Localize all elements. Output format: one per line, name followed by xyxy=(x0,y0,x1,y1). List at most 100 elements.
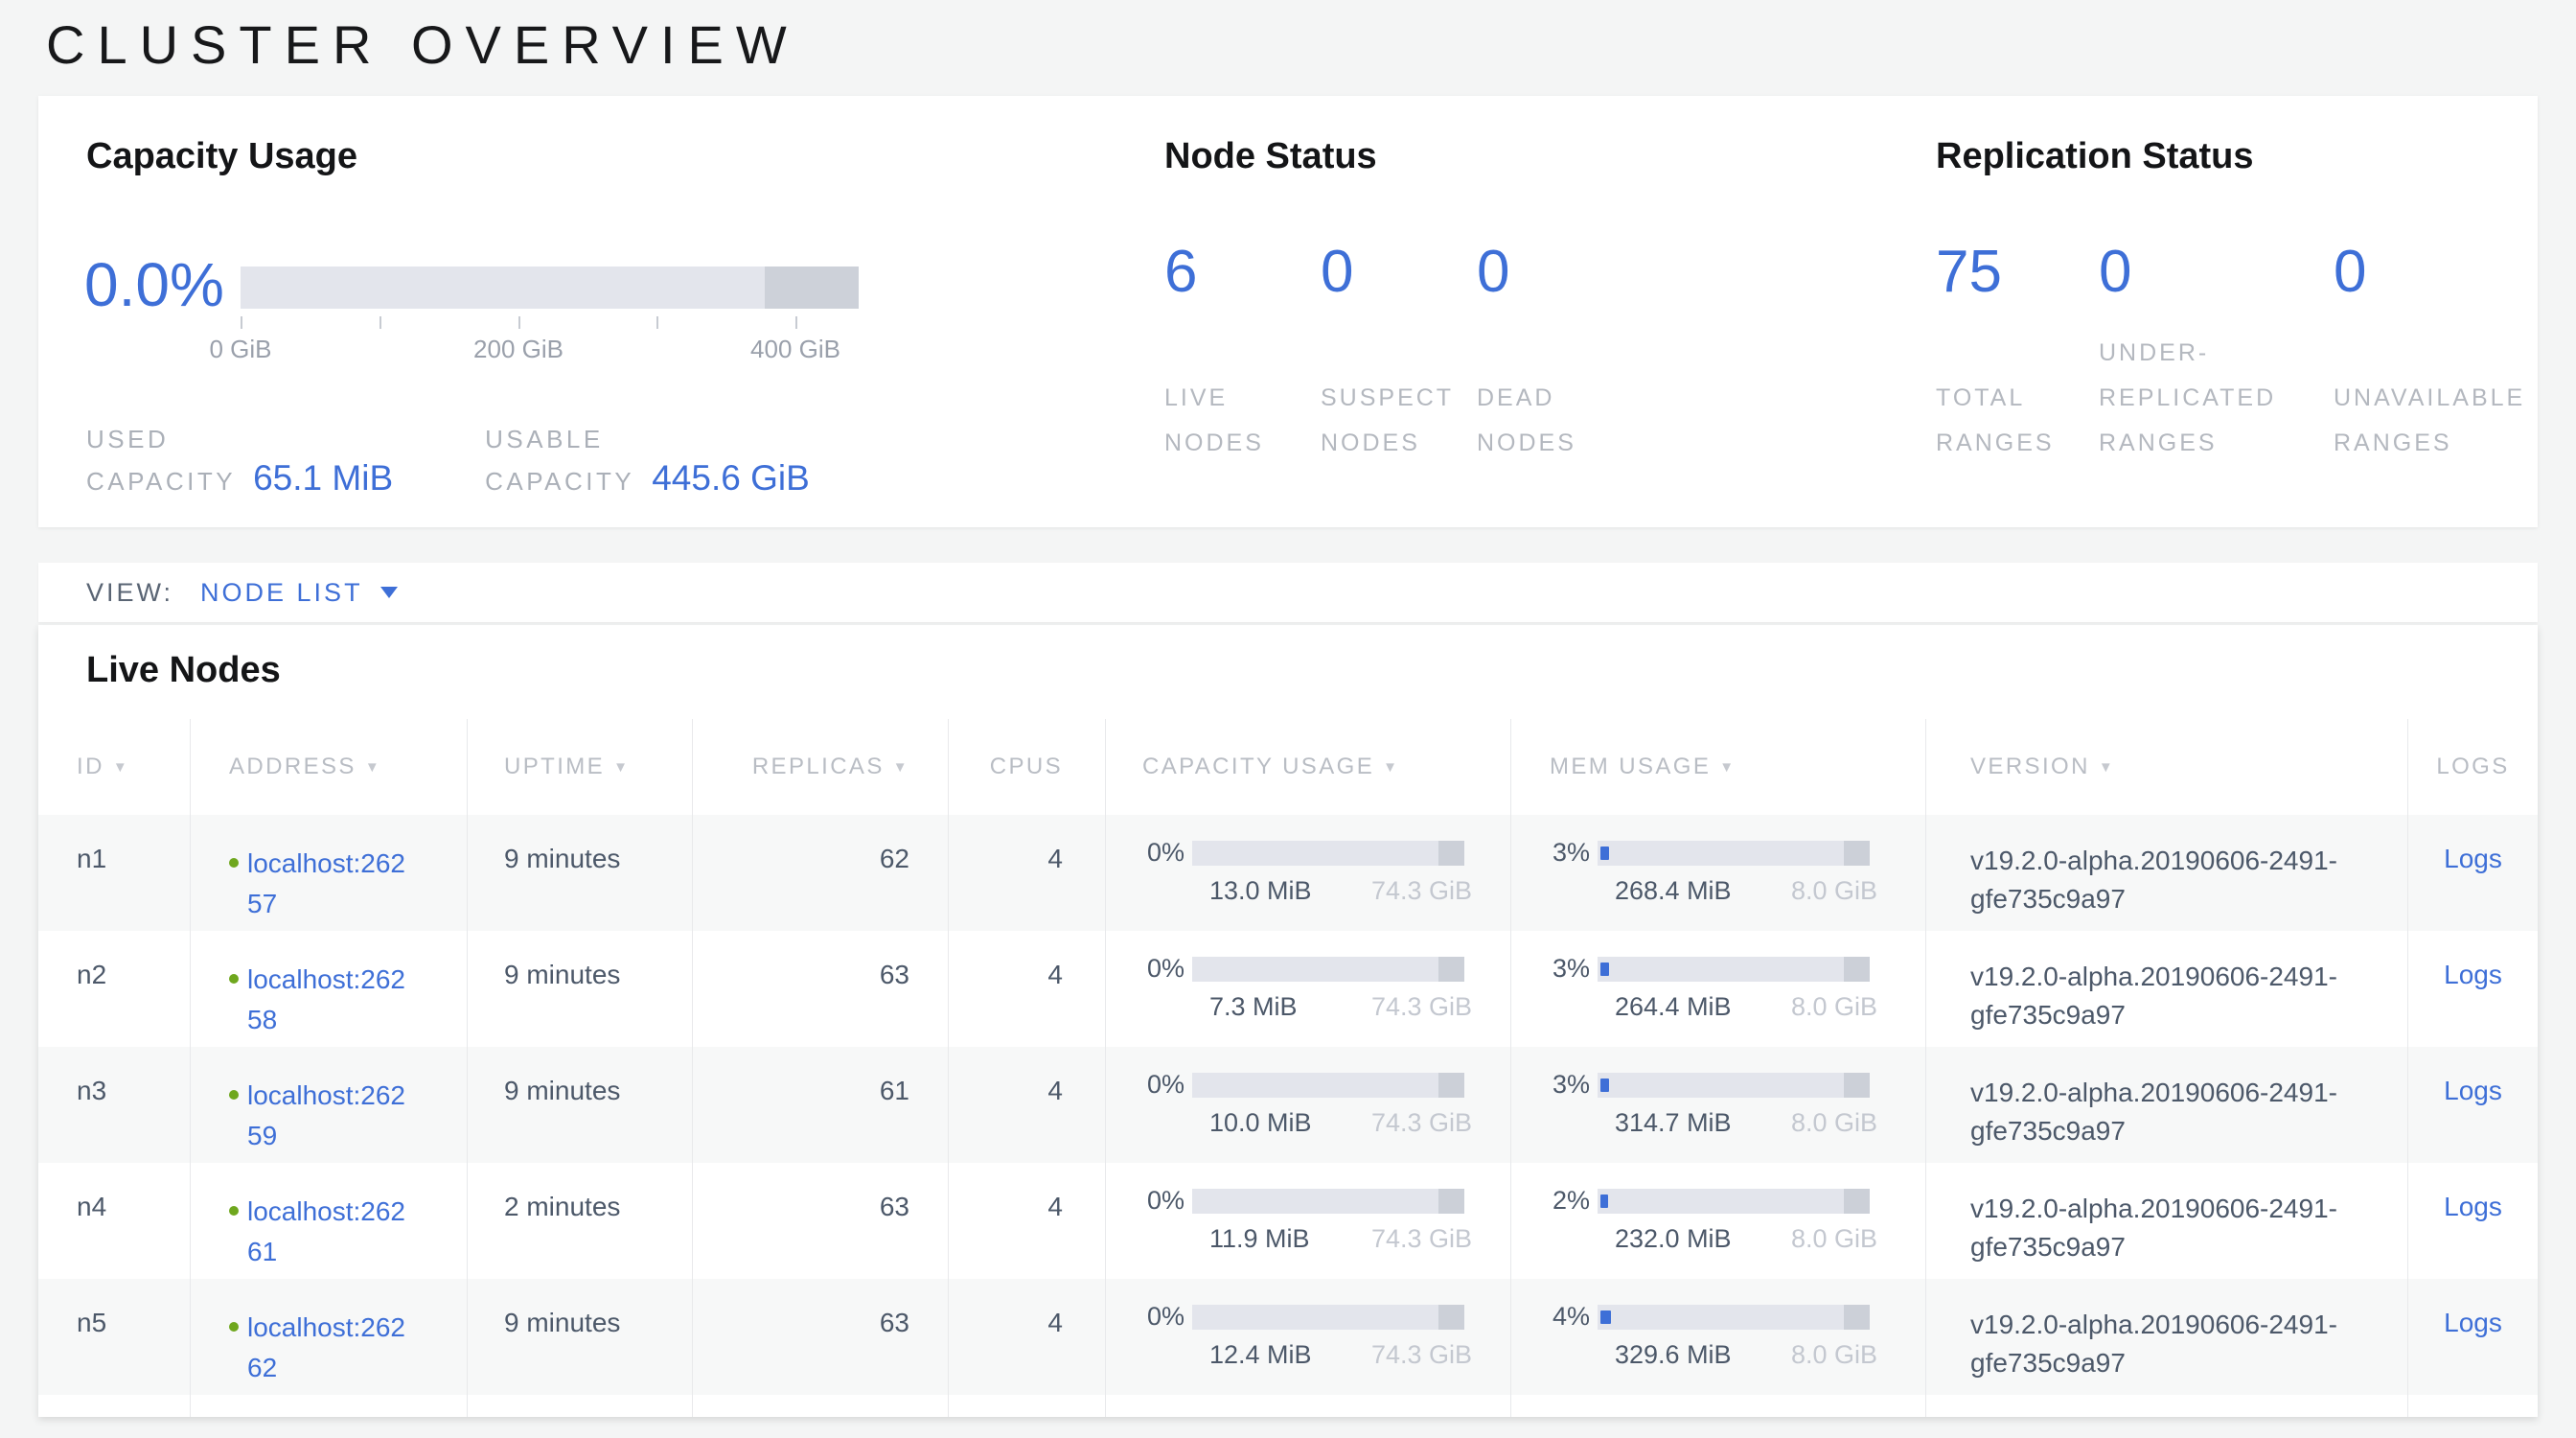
header-capacity-usage[interactable]: CAPACITY USAGE▼ xyxy=(1106,719,1511,815)
mem-used-chip xyxy=(1600,847,1609,860)
capacity-bar-dark-segment xyxy=(1438,1073,1464,1098)
table-header-row: ID▼ ADDRESS▼ UPTIME▼ REPLICAS▼ CPUS CAPA… xyxy=(38,719,2538,815)
logs-link[interactable]: Logs xyxy=(2444,1308,2502,1337)
logs-link[interactable]: Logs xyxy=(2444,1192,2502,1221)
mem-total-value: 8.0 GiB xyxy=(1791,876,1877,906)
capacity-gauge-dark-segment xyxy=(765,267,859,309)
total-ranges-count: 75 xyxy=(1936,238,2099,306)
node-uptime: 2 minutes xyxy=(504,1192,620,1221)
mem-used-value: 264.4 MiB xyxy=(1615,992,1732,1022)
node-replicas: 62 xyxy=(880,844,909,873)
chevron-down-icon[interactable] xyxy=(380,587,398,598)
capacity-usage-title: Capacity Usage xyxy=(86,136,357,177)
replication-status-title: Replication Status xyxy=(1936,136,2254,177)
mem-bar-dark-segment xyxy=(1844,957,1870,982)
node-address-link[interactable]: localhost:26262 xyxy=(247,1308,412,1395)
node-address-link[interactable]: localhost:26258 xyxy=(247,960,412,1047)
version-text: v19.2.0-alpha.20190606-2491-gfe735c9a97 xyxy=(1970,958,2363,1034)
page-title: CLUSTER OVERVIEW xyxy=(46,13,799,76)
table-row: n4 localhost:26261 2 minutes 63 4 0% 11.… xyxy=(38,1163,2538,1279)
logs-link[interactable]: Logs xyxy=(2444,844,2502,873)
view-label: VIEW: xyxy=(86,578,173,608)
tick-label: 400 GiB xyxy=(750,335,840,364)
mem-total-value: 8.0 GiB xyxy=(1791,1224,1877,1254)
node-address-link[interactable]: localhost:26257 xyxy=(247,844,412,931)
mem-total-value: 8.0 GiB xyxy=(1791,992,1877,1022)
mem-bar-dark-segment xyxy=(1844,841,1870,866)
header-mem-usage[interactable]: MEM USAGE▼ xyxy=(1511,719,1926,815)
total-ranges-label: TOTAL RANGES xyxy=(1936,376,2099,466)
capacity-used-value: 11.9 MiB xyxy=(1209,1224,1310,1254)
mem-bar-dark-segment xyxy=(1844,1305,1870,1330)
node-id: n3 xyxy=(77,1076,106,1105)
header-version[interactable]: VERSION▼ xyxy=(1926,719,2408,815)
mem-bar-dark-segment xyxy=(1844,1189,1870,1214)
node-replicas: 63 xyxy=(880,1192,909,1221)
mem-used-value: 329.6 MiB xyxy=(1615,1340,1732,1370)
header-address[interactable]: ADDRESS▼ xyxy=(191,719,468,815)
node-cpus: 4 xyxy=(1047,1076,1063,1105)
table-row: n1 localhost:26257 9 minutes 62 4 0% 13.… xyxy=(38,815,2538,931)
capacity-stats: USED CAPACITY 65.1 MiB USABLE CAPACITY 4… xyxy=(86,418,810,502)
mem-percent-label: 3% xyxy=(1519,1070,1598,1100)
capacity-used-value: 10.0 MiB xyxy=(1209,1108,1312,1138)
capacity-percent-label: 0% xyxy=(1114,838,1192,868)
header-id[interactable]: ID▼ xyxy=(38,719,191,815)
suspect-nodes-count: 0 xyxy=(1321,238,1477,306)
capacity-usage-bar xyxy=(1192,841,1464,866)
sort-arrow-icon: ▼ xyxy=(893,759,909,776)
table-row: n3 localhost:26259 9 minutes 61 4 0% 10.… xyxy=(38,1047,2538,1163)
sort-arrow-icon: ▼ xyxy=(365,759,381,776)
header-uptime[interactable]: UPTIME▼ xyxy=(468,719,693,815)
tick-mark xyxy=(656,316,658,329)
mem-used-chip xyxy=(1600,1194,1608,1208)
mem-used-value: 232.0 MiB xyxy=(1615,1224,1732,1254)
capacity-usage-bar xyxy=(1192,957,1464,982)
sort-arrow-icon: ▼ xyxy=(1719,759,1736,776)
version-text: v19.2.0-alpha.20190606-2491-gfe735c9a97 xyxy=(1970,1306,2363,1382)
capacity-available-value: 74.3 GiB xyxy=(1371,1340,1472,1370)
logs-link[interactable]: Logs xyxy=(2444,1076,2502,1105)
view-selector-bar: VIEW: NODE LIST xyxy=(38,563,2538,622)
live-status-dot-icon xyxy=(229,1090,239,1100)
node-replicas: 63 xyxy=(880,960,909,989)
node-uptime: 9 minutes xyxy=(504,1308,620,1337)
mem-percent-label: 4% xyxy=(1519,1302,1598,1332)
view-dropdown[interactable]: NODE LIST xyxy=(200,578,363,608)
header-replicas[interactable]: REPLICAS▼ xyxy=(693,719,949,815)
under-replicated-ranges-count: 0 xyxy=(2099,238,2334,306)
table-row: n2 localhost:26258 9 minutes 63 4 0% 7.3… xyxy=(38,931,2538,1047)
mem-used-value: 268.4 MiB xyxy=(1615,876,1732,906)
mem-total-value: 8.0 GiB xyxy=(1791,1108,1877,1138)
unavailable-ranges-count: 0 xyxy=(2334,238,2544,306)
capacity-percent-label: 0% xyxy=(1114,1302,1192,1332)
capacity-usage-bar xyxy=(1192,1073,1464,1098)
header-logs: LOGS xyxy=(2408,719,2538,815)
live-nodes-title: Live Nodes xyxy=(86,650,281,691)
live-status-dot-icon xyxy=(229,858,239,868)
node-address-link[interactable]: localhost:26259 xyxy=(247,1076,412,1163)
capacity-used-value: 13.0 MiB xyxy=(1209,876,1312,906)
node-cpus: 4 xyxy=(1047,844,1063,873)
live-status-dot-icon xyxy=(229,1322,239,1332)
used-capacity-value: 65.1 MiB xyxy=(253,458,393,499)
node-address-link[interactable]: localhost:26261 xyxy=(247,1192,412,1279)
version-text: v19.2.0-alpha.20190606-2491-gfe735c9a97 xyxy=(1970,842,2363,918)
live-status-dot-icon xyxy=(229,974,239,984)
capacity-percent-label: 0% xyxy=(1114,1070,1192,1100)
mem-percent-label: 3% xyxy=(1519,838,1598,868)
live-status-dot-icon xyxy=(229,1206,239,1216)
tick-mark xyxy=(241,316,242,329)
node-replicas: 61 xyxy=(880,1076,909,1105)
capacity-bar-dark-segment xyxy=(1438,957,1464,982)
capacity-percent-label: 0% xyxy=(1114,954,1192,984)
sort-arrow-icon: ▼ xyxy=(2099,759,2115,776)
logs-link[interactable]: Logs xyxy=(2444,960,2502,989)
mem-bar-dark-segment xyxy=(1844,1073,1870,1098)
node-uptime: 9 minutes xyxy=(504,844,620,873)
capacity-used-value: 7.3 MiB xyxy=(1209,992,1298,1022)
capacity-percent: 0.0% xyxy=(84,249,224,320)
node-cpus: 4 xyxy=(1047,960,1063,989)
mem-usage-bar xyxy=(1598,841,1870,866)
live-nodes-count: 6 xyxy=(1164,238,1321,306)
